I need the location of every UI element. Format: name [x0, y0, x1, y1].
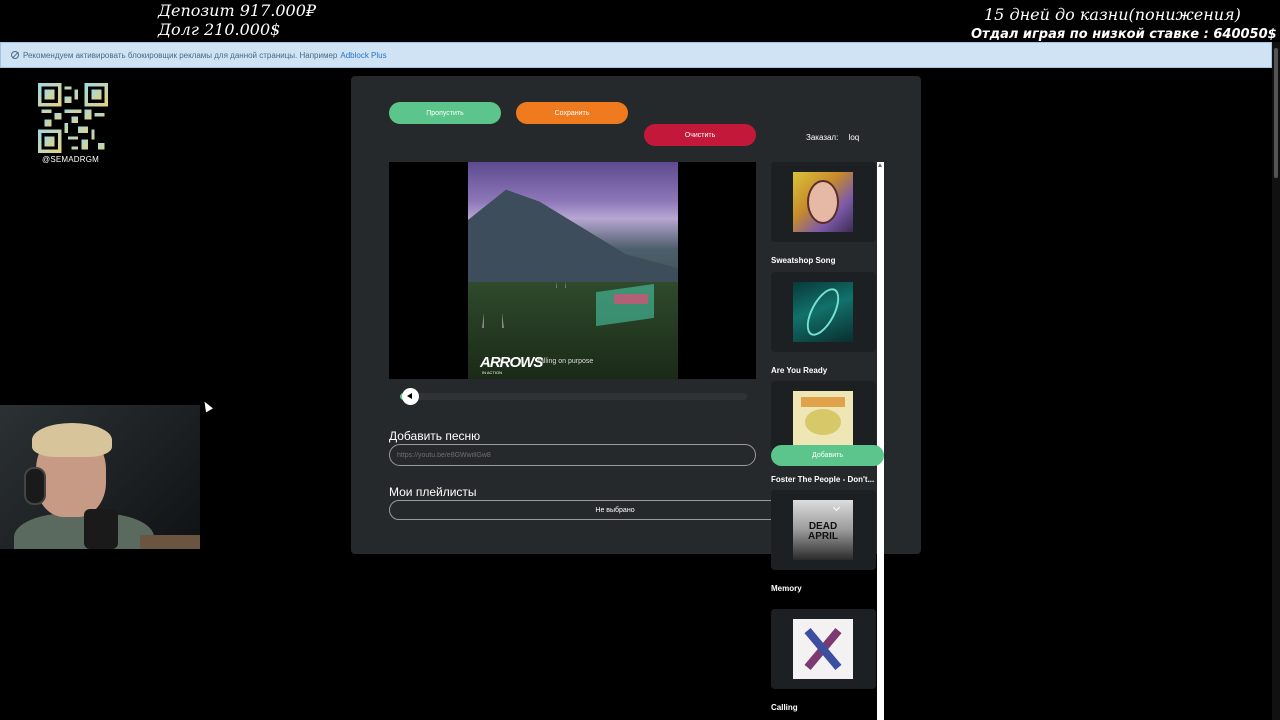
ordered-label: Заказал:	[806, 133, 839, 142]
song-url-input[interactable]	[389, 444, 756, 466]
scroll-up-icon[interactable]	[878, 163, 882, 167]
microphone-icon	[84, 509, 118, 549]
queue-thumbnail[interactable]	[771, 162, 876, 242]
queue-item[interactable]: Foster The People - Don't...	[771, 381, 876, 484]
cover-album-title: falling on purpose	[538, 358, 594, 365]
song-queue[interactable]: Sweatshop Song Are You Ready Foster The …	[771, 162, 884, 720]
page-scrollbar-thumb[interactable]	[1274, 48, 1278, 178]
webcam-feed	[0, 405, 200, 549]
queue-item-title: Are You Ready	[771, 366, 828, 375]
cover-brand: ARROWS	[480, 354, 543, 371]
save-button[interactable]: Сохранить	[516, 102, 628, 124]
playlists-label: Мои плейлисты	[389, 485, 477, 499]
banner-text: Рекомендуем активировать блокировщик рек…	[23, 50, 338, 60]
queue-item-title: Sweatshop Song	[771, 256, 836, 265]
album-cover: ARROWS IN ACTION falling on purpose	[468, 162, 678, 379]
adblock-banner: Рекомендуем активировать блокировщик рек…	[0, 42, 1272, 68]
progress-knob-icon[interactable]	[402, 388, 420, 405]
deposit-overlay-text: Депозит 917.000₽	[158, 1, 317, 20]
video-player[interactable]: ARROWS IN ACTION falling on purpose	[389, 162, 756, 379]
lost-overlay-text: Отдал играя по низкой ставке : 640050$	[971, 27, 1277, 42]
queue-scrollbar[interactable]	[877, 162, 884, 720]
headset-icon	[24, 467, 46, 505]
queue-item-title: Calling	[771, 703, 798, 712]
progress-bar[interactable]	[400, 388, 747, 405]
qr-code	[38, 83, 108, 153]
ordered-by: Заказал: loq	[806, 133, 859, 142]
queue-item[interactable]: Calling	[771, 609, 876, 712]
queue-item[interactable]: Are You Ready	[771, 272, 876, 375]
qr-label: @SEMADRGM	[42, 155, 100, 164]
queue-item-title: Foster The People - Don't...	[771, 475, 875, 484]
add-song-label: Добавить песню	[389, 429, 481, 443]
days-overlay-text: 15 дней до казни(понижения)	[984, 5, 1241, 24]
mouse-cursor-icon	[201, 399, 213, 413]
block-icon	[11, 51, 19, 59]
adblock-plus-link[interactable]: Adblock Plus	[340, 51, 386, 60]
clear-button[interactable]: Очистить	[644, 124, 756, 146]
queue-item[interactable]: DEAD APRIL Memory	[771, 490, 876, 593]
add-button[interactable]: Добавить	[771, 445, 884, 466]
queue-item-title: Memory	[771, 584, 802, 593]
cover-brand-sub: IN ACTION	[482, 370, 503, 375]
queue-item[interactable]: Sweatshop Song	[771, 162, 876, 265]
skip-button[interactable]: Пропустить	[389, 102, 501, 124]
page-scrollbar[interactable]	[1272, 42, 1280, 720]
art-text: DEAD APRIL	[808, 521, 838, 542]
queue-thumbnail[interactable]	[771, 272, 876, 352]
queue-thumbnail[interactable]: DEAD APRIL	[771, 490, 876, 570]
ordered-user: loq	[848, 133, 860, 142]
queue-thumbnail[interactable]	[771, 609, 876, 689]
streamer	[14, 423, 154, 549]
playlist-select-value: Не выбрано	[595, 506, 635, 514]
debt-overlay-text: Долг 210.000$	[158, 20, 281, 39]
